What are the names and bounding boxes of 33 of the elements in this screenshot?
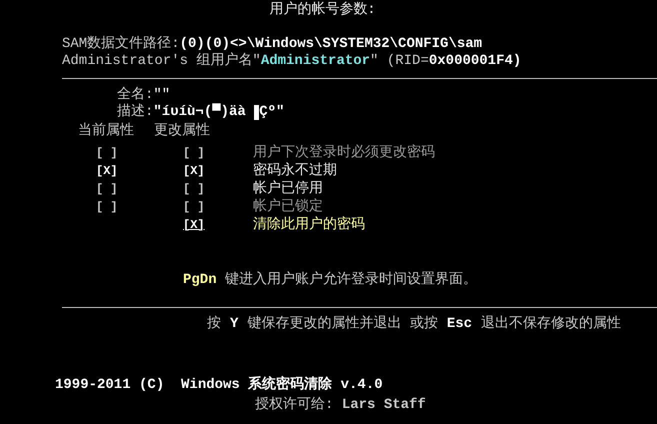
key-hint: Y: [230, 316, 238, 333]
attribute-label: 密码永不过期: [253, 162, 338, 180]
change-checkbox[interactable]: [X]: [183, 216, 253, 234]
hint-text: 键进入用户账户允许登录时间设置界面。: [225, 272, 478, 289]
change-checkbox[interactable]: [ ]: [183, 180, 253, 198]
full-name-value: "": [153, 87, 170, 103]
screen-title: 用户的帐号参数:: [268, 0, 377, 19]
change-checkbox[interactable]: [X]: [183, 162, 253, 180]
rid-label: " (RID=: [370, 53, 429, 70]
sam-path-value: (0)(0)<>\Windows\SYSTEM32\CONFIG\sam: [180, 36, 482, 52]
attribute-label: 帐户已锁定: [253, 198, 324, 216]
column-header: 更改属性: [154, 123, 210, 140]
description-value: "íυíù¬(▀)äà: [153, 104, 247, 121]
key-hint: Esc: [446, 316, 472, 333]
attribute-label: 帐户已停用: [253, 180, 324, 198]
group-label: Administrator's 组用户名": [62, 53, 261, 70]
attribute-label: 用户下次登录时必须更改密码: [253, 144, 436, 162]
column-header: 当前属性: [78, 123, 134, 140]
group-name: Administrator: [260, 53, 370, 70]
sam-path-label: SAM数据文件路径:: [62, 36, 180, 53]
instruction-text: 按: [207, 316, 221, 333]
key-hint: PgDn: [183, 272, 217, 289]
text-cursor: [254, 105, 260, 120]
description-label: 描述:: [117, 104, 154, 121]
full-name-label: 全名:: [117, 87, 154, 104]
description-value-end: Çº": [259, 104, 284, 121]
attribute-label: 清除此用户的密码: [253, 216, 366, 234]
instruction-text: 退出不保存修改的属性: [481, 316, 622, 333]
rid-value: 0x000001F4): [428, 53, 522, 70]
copyright-text: 1999-2011 (C) Windows 系统密码清除 v.4.0: [55, 377, 383, 394]
licensee-name: Lars Staff: [342, 397, 426, 414]
license-label: 授权许可给:: [255, 397, 334, 414]
instruction-text: 键保存更改的属性并退出 或按: [247, 316, 438, 333]
